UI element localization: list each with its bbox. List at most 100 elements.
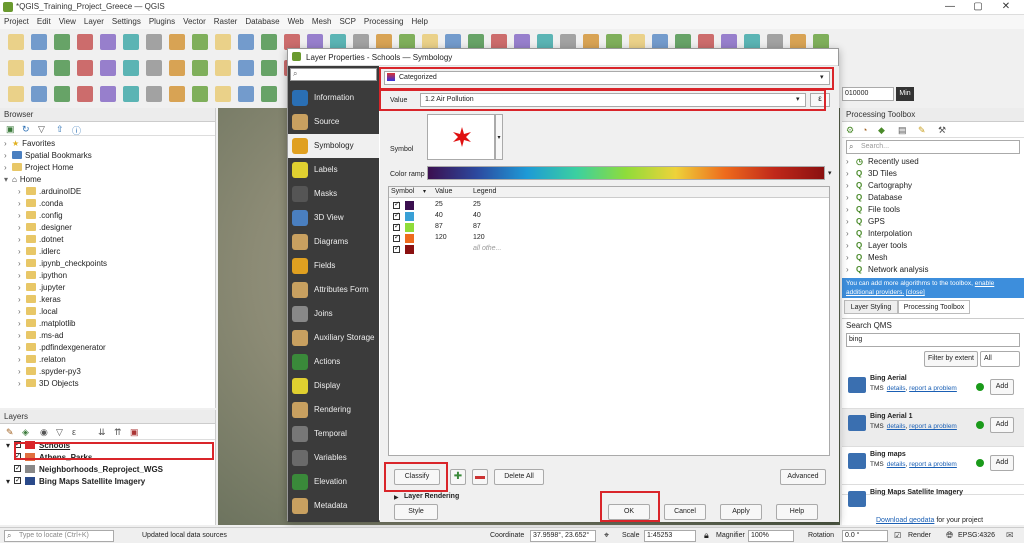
nav-item-3d-view[interactable]: 3D View [288, 206, 379, 230]
category-value[interactable]: 25 [435, 201, 443, 208]
nav-item-joins[interactable]: Joins [288, 302, 379, 326]
lock-icon[interactable]: 🔒︎ [704, 530, 709, 541]
nav-search-input[interactable] [290, 68, 377, 81]
expand-arrow-icon[interactable]: ▾ [6, 440, 14, 452]
toolbar-button-icon[interactable] [123, 86, 139, 102]
add-group-icon[interactable]: ◈ [22, 427, 29, 438]
browser-item[interactable]: ▾ ⌂ Home [4, 174, 215, 186]
expand-arrow-icon[interactable]: › [846, 204, 856, 216]
menu-layer[interactable]: Layer [80, 15, 108, 29]
toolbar-button-icon[interactable] [215, 60, 231, 76]
qms-search-input[interactable]: bing [846, 333, 1020, 347]
nav-item-temporal[interactable]: Temporal [288, 422, 379, 446]
symbol-dropdown-button[interactable]: ▾ [495, 114, 503, 160]
nav-item-variables[interactable]: Variables [288, 446, 379, 470]
category-value[interactable]: 87 [435, 223, 443, 230]
nav-item-masks[interactable]: Masks [288, 182, 379, 206]
browser-item[interactable]: › 3D Objects [4, 378, 215, 390]
expand-arrow-icon[interactable]: › [846, 216, 856, 228]
expand-arrow-icon[interactable]: › [846, 156, 856, 168]
expand-arrow-icon[interactable]: › [18, 342, 26, 354]
expand-arrow-icon[interactable]: › [846, 264, 856, 276]
expand-arrow-icon[interactable]: › [18, 306, 26, 318]
options-icon[interactable]: ⚒ [938, 125, 946, 136]
category-checkbox[interactable] [393, 211, 400, 220]
category-value[interactable]: 120 [435, 234, 447, 241]
toolbar-button-icon[interactable] [169, 60, 185, 76]
toolbar-button-icon[interactable] [54, 60, 70, 76]
expand-arrow-icon[interactable]: › [18, 270, 26, 282]
menu-project[interactable]: Project [0, 15, 33, 29]
qms-result[interactable]: Bing Aerial TMS details, report a problem A… [842, 371, 1024, 409]
browser-item[interactable]: › .jupyter [4, 282, 215, 294]
expand-arrow-icon[interactable]: › [18, 294, 26, 306]
expand-arrow-icon[interactable]: › [4, 138, 12, 150]
expand-arrow-icon[interactable]: › [18, 222, 26, 234]
expand-arrow-icon[interactable]: › [846, 168, 856, 180]
toolbar-button-icon[interactable] [31, 86, 47, 102]
toolbar-button-icon[interactable] [192, 86, 208, 102]
category-symbol-icon[interactable] [405, 234, 414, 243]
filter-icon[interactable]: ▽ [38, 124, 45, 135]
expand-arrow-icon[interactable]: › [18, 246, 26, 258]
crs-label[interactable]: EPSG:4326 [958, 532, 995, 539]
remove-layer-icon[interactable]: ▣ [130, 427, 139, 438]
browser-item[interactable]: › .matplotlib [4, 318, 215, 330]
details-link[interactable]: details [887, 423, 906, 430]
expand-arrow-icon[interactable]: ▾ [4, 174, 12, 186]
category-legend[interactable]: 40 [473, 212, 481, 219]
models-icon[interactable]: ◆ [878, 125, 885, 136]
category-checkbox[interactable] [393, 200, 400, 209]
remove-category-button[interactable]: ▬ [472, 469, 488, 485]
toolbar-button-icon[interactable] [123, 34, 139, 50]
scale-min-input[interactable]: 010000 [842, 87, 894, 101]
browser-item[interactable]: › Spatial Bookmarks [4, 150, 215, 162]
toolbar-button-icon[interactable] [100, 86, 116, 102]
menu-settings[interactable]: Settings [108, 15, 145, 29]
expand-arrow-icon[interactable]: ▶ [394, 494, 399, 501]
style-icon[interactable]: ✎ [6, 427, 14, 438]
browser-item[interactable]: › .ipynb_checkpoints [4, 258, 215, 270]
style-button[interactable]: Style [394, 504, 438, 520]
mouse-icon[interactable]: ⌖ [604, 530, 609, 541]
nav-item-source[interactable]: Source [288, 110, 379, 134]
processing-item[interactable]: › Q Layer tools [846, 240, 1020, 252]
scale-field[interactable]: 1:45253 [644, 530, 696, 542]
menu-help[interactable]: Help [407, 15, 431, 29]
info-icon[interactable]: ⓘ [72, 124, 81, 137]
minimize-button[interactable]: — [940, 1, 960, 12]
menu-processing[interactable]: Processing [360, 15, 408, 29]
cancel-button[interactable]: Cancel [664, 504, 706, 520]
report-problem-link[interactable]: report a problem [909, 385, 957, 392]
symbol-preview-button[interactable] [427, 114, 495, 160]
toolbar-button-icon[interactable] [215, 34, 231, 50]
toolbar-button-icon[interactable] [100, 34, 116, 50]
locate-input[interactable]: Type to locate (Ctrl+K) [4, 530, 114, 542]
add-service-button[interactable]: Add [990, 379, 1014, 395]
toolbar-button-icon[interactable] [77, 86, 93, 102]
expand-arrow-icon[interactable]: › [18, 186, 26, 198]
toolbar-button-icon[interactable] [169, 86, 185, 102]
expand-arrow-icon[interactable]: › [18, 354, 26, 366]
qms-result[interactable]: Bing Maps Satellite Imagery [842, 485, 1024, 507]
browser-item[interactable]: › .arduinoIDE [4, 186, 215, 198]
expand-arrow-icon[interactable]: › [18, 318, 26, 330]
delete-all-button[interactable]: Delete All [494, 469, 544, 485]
rotation-field[interactable]: 0.0 ° [842, 530, 888, 542]
category-symbol-icon[interactable] [405, 212, 414, 221]
toolbar-button-icon[interactable] [192, 60, 208, 76]
browser-item[interactable]: › .local [4, 306, 215, 318]
browser-item[interactable]: › .conda [4, 198, 215, 210]
toolbar-button-icon[interactable] [100, 60, 116, 76]
category-legend[interactable]: 87 [473, 223, 481, 230]
expand-arrow-icon[interactable]: ▾ [6, 476, 14, 488]
toolbar-button-icon[interactable] [77, 60, 93, 76]
layer-rendering-label[interactable]: Layer Rendering [404, 493, 459, 500]
results-icon[interactable]: ▤ [898, 125, 907, 136]
processing-item[interactable]: › Q 3D Tiles [846, 168, 1020, 180]
menu-database[interactable]: Database [241, 15, 283, 29]
browser-item[interactable]: › .idlerc [4, 246, 215, 258]
add-service-button[interactable]: Add [990, 455, 1014, 471]
category-checkbox[interactable] [393, 244, 400, 253]
browser-item[interactable]: › .ms-ad [4, 330, 215, 342]
